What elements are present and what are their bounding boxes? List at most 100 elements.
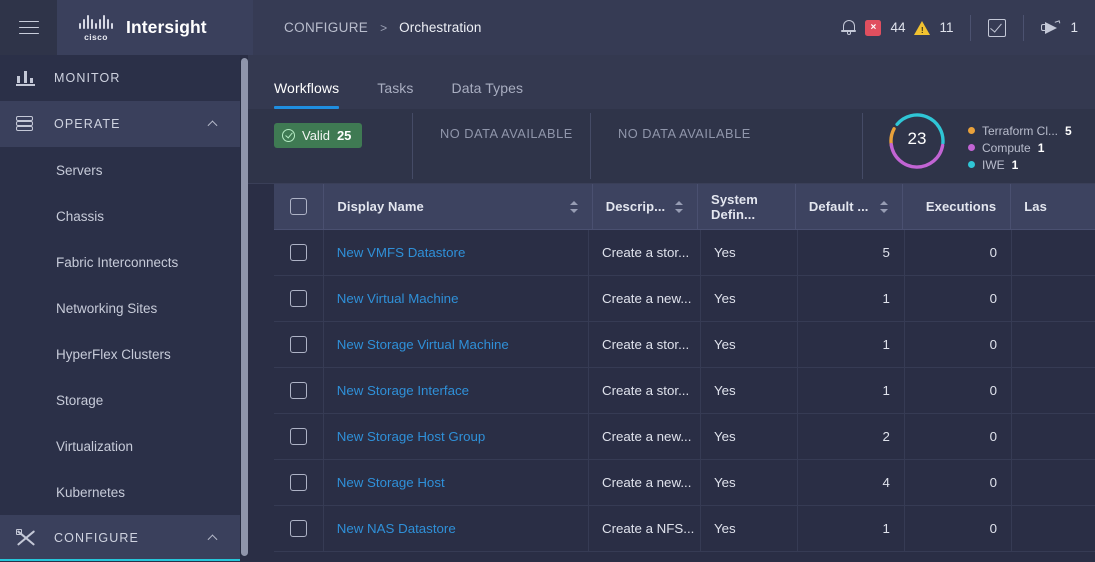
row-select-cell [274,368,323,414]
megaphone-icon[interactable] [1041,19,1061,36]
sort-icon[interactable] [569,200,578,214]
status-badge[interactable]: Valid 25 [274,123,363,148]
column-header-default-version[interactable]: Default ... [794,183,902,230]
chart-legend: Terraform Cl... 5 Compute 1 IWE 1 [968,109,1072,173]
sidebar-item-virtualization[interactable]: Virtualization [0,423,240,469]
summary-strip: Valid 25 NO DATA AVAILABLE NO DATA AVAIL… [248,109,1095,184]
executions-text: 0 [989,429,998,444]
row-checkbox[interactable] [289,382,307,399]
notification-bell-button[interactable] [841,19,857,36]
legend-item-iwe[interactable]: IWE 1 [968,156,1072,173]
donut-chart[interactable]: 23 [878,109,956,184]
legend-color-swatch [968,144,975,151]
brand-home-button[interactable]: cisco Intersight [57,0,253,55]
cell-description: Create a stor... [587,367,700,414]
table-row[interactable]: New Storage Host Create a new... Yes 4 0 [274,459,1095,506]
critical-alarm-count: 44 [890,20,906,35]
hamburger-icon [18,20,39,35]
column-header-system-defined[interactable]: System Defin... [697,183,795,230]
system-defined-text: Yes [713,291,736,306]
workflow-link[interactable]: New Storage Virtual Machine [337,337,509,352]
table-row[interactable]: New VMFS Datastore Create a stor... Yes 5 0 [274,229,1095,276]
validity-summary-card: Valid 25 [248,109,412,183]
cell-default-version: 5 [796,229,904,276]
legend-color-swatch [968,127,975,134]
system-defined-text: Yes [713,245,736,260]
sort-icon[interactable] [675,200,684,214]
cell-system-defined: Yes [699,505,797,552]
column-header-display-name[interactable]: Display Name [323,183,591,230]
sort-icon[interactable] [880,200,889,214]
sidebar-item-servers[interactable]: Servers [0,147,240,193]
critical-alarm-icon[interactable]: × [865,19,882,36]
row-checkbox[interactable] [289,474,307,491]
row-select-cell [274,414,323,460]
sidebar-item-storage[interactable]: Storage [0,377,240,423]
sidebar-group-monitor[interactable]: MONITOR [0,55,240,101]
legend-value: 1 [1011,157,1019,172]
row-checkbox[interactable] [289,290,307,307]
select-all-cell [274,184,323,230]
row-checkbox[interactable] [289,336,307,353]
sidebar-item-kubernetes[interactable]: Kubernetes [0,469,240,515]
sidebar-scrollbar-thumb[interactable] [240,58,248,556]
column-header-description[interactable]: Descrip... [591,183,697,230]
sidebar-item-fabric-interconnects[interactable]: Fabric Interconnects [0,239,240,285]
table-row[interactable]: New Storage Virtual Machine Create a stor… [274,321,1095,368]
no-data-message-1: NO DATA AVAILABLE [440,126,573,141]
column-header-label: Display Name [337,199,424,214]
legend-value: 1 [1037,140,1045,155]
cell-description: Create a stor... [587,229,700,276]
cell-description: Create a new... [587,275,700,322]
tab-bar: Workflows Tasks Data Types [248,55,1095,109]
sidebar-item-hyperflex-clusters[interactable]: HyperFlex Clusters [0,331,240,377]
table-row[interactable]: New Storage Interface Create a stor... Yes… [274,367,1095,414]
workflow-link[interactable]: New Virtual Machine [337,291,459,306]
sidebar-group-operate[interactable]: OPERATE [0,101,240,147]
tasks-group [971,18,1023,37]
workflows-table: Display Name Descrip... System Defin... … [248,183,1095,552]
cell-display-name: New Virtual Machine [322,275,588,322]
column-header-label: Descrip... [605,199,666,214]
sidebar-item-chassis[interactable]: Chassis [0,193,240,239]
select-all-checkbox[interactable] [290,198,308,215]
sidebar-group-configure[interactable]: CONFIGURE [0,515,240,561]
row-checkbox[interactable] [289,520,307,537]
sidebar-item-networking-sites[interactable]: Networking Sites [0,285,240,331]
cell-default-version: 1 [796,505,904,552]
executions-text: 0 [989,291,998,306]
table-row[interactable]: New NAS Datastore Create a NFS... Yes 1 0 [274,505,1095,552]
column-header-label: Las [1024,199,1047,214]
row-checkbox[interactable] [289,244,307,261]
tab-data-types[interactable]: Data Types [452,80,524,109]
workflow-link[interactable]: New VMFS Datastore [337,245,466,260]
executions-text: 0 [989,521,998,536]
table-row[interactable]: New Storage Host Group Create a new... Yes… [274,413,1095,460]
tab-workflows[interactable]: Workflows [274,80,340,109]
legend-item-compute[interactable]: Compute 1 [968,139,1072,156]
legend-item-terraform[interactable]: Terraform Cl... 5 [968,122,1072,139]
menu-toggle-button[interactable] [0,0,57,55]
workflow-link[interactable]: New NAS Datastore [337,521,456,536]
workflow-link[interactable]: New Storage Host [337,475,445,490]
sidebar-scrollbar[interactable] [240,58,248,556]
row-checkbox[interactable] [289,428,307,445]
default-version-text: 5 [882,245,890,260]
column-header-executions[interactable]: Executions [902,183,1010,230]
breadcrumb-current: Orchestration [399,20,482,35]
tab-tasks[interactable]: Tasks [377,80,413,109]
status-badge-label: Valid [302,128,330,143]
column-header-last[interactable]: Las [1010,183,1095,230]
warning-triangle-icon[interactable] [914,20,931,35]
sidebar-group-configure-label: CONFIGURE [54,531,139,545]
row-select-cell [274,276,323,322]
legend-color-swatch [968,161,975,168]
workflow-link[interactable]: New Storage Host Group [337,429,486,444]
cell-default-version: 1 [796,367,904,414]
table-row[interactable]: New Virtual Machine Create a new... Yes 1 0 [274,275,1095,322]
cell-display-name: New Storage Virtual Machine [322,321,588,368]
breadcrumb-root[interactable]: CONFIGURE [284,20,368,35]
checklist-icon[interactable] [988,18,1007,37]
announcement-count: 1 [1070,20,1078,35]
workflow-link[interactable]: New Storage Interface [337,383,469,398]
